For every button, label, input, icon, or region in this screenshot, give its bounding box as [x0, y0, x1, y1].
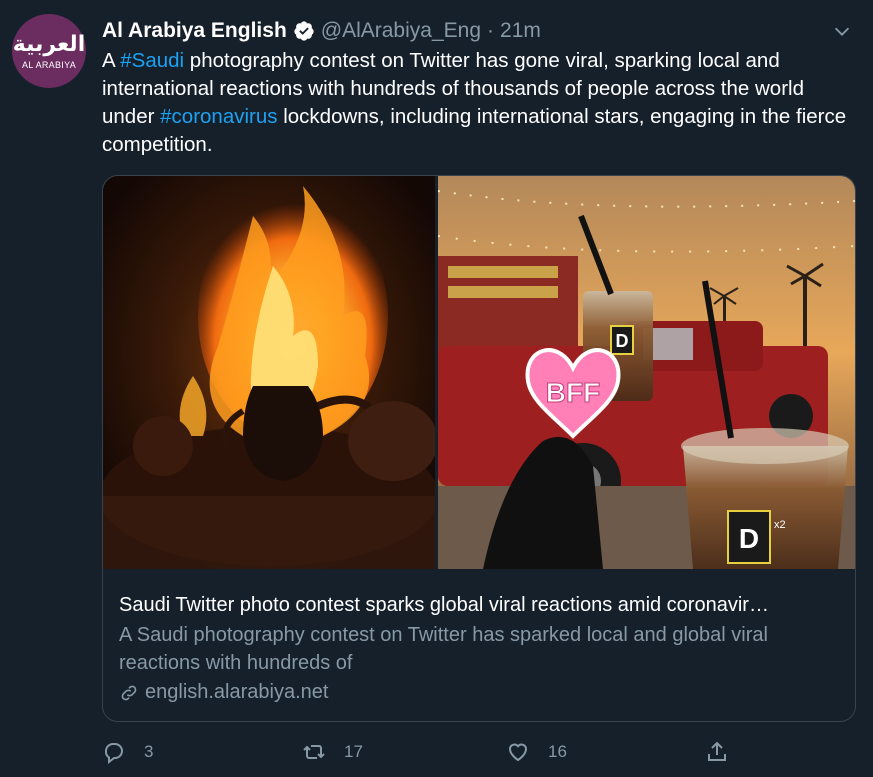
- share-button[interactable]: [705, 735, 729, 769]
- separator: ·: [487, 19, 495, 42]
- reply-icon: [104, 743, 123, 764]
- card-domain[interactable]: english.alarabiya.net: [119, 681, 328, 704]
- retweet-count: 17: [344, 742, 363, 761]
- display-name[interactable]: Al Arabiya English: [102, 19, 287, 43]
- handle[interactable]: @AlArabiya_Eng: [321, 19, 481, 43]
- verified-icon: [294, 21, 314, 41]
- tweet-text: A #Saudi photography contest on Twitter …: [102, 47, 862, 159]
- avatar[interactable]: العربية AL ARABIYA: [12, 14, 86, 88]
- cup-badge: x2: [774, 519, 786, 531]
- like-button[interactable]: 16: [506, 735, 567, 769]
- chevron-down-icon[interactable]: [831, 20, 853, 42]
- like-count: 16: [548, 742, 567, 761]
- card-image[interactable]: D D x2 BFF: [103, 176, 855, 569]
- cup-logo: D: [739, 523, 759, 554]
- reply-button[interactable]: 3: [102, 735, 153, 769]
- avatar-logo-arabic: العربية: [12, 31, 86, 57]
- share-icon: [708, 741, 726, 761]
- timestamp[interactable]: 21m: [500, 19, 541, 43]
- hashtag-link[interactable]: #Saudi: [120, 49, 184, 72]
- card-description: A Saudi photography contest on Twitter h…: [119, 624, 768, 674]
- tweet-text-part: A: [102, 49, 121, 72]
- card-title[interactable]: Saudi Twitter photo contest sparks globa…: [119, 592, 843, 618]
- tweet[interactable]: العربية AL ARABIYA Al Arabiya English @A…: [0, 0, 873, 777]
- bff-sticker: BFF: [546, 377, 600, 408]
- retweet-icon: [303, 745, 325, 759]
- link-icon: [121, 685, 137, 700]
- fire-photo: [103, 176, 439, 569]
- heart-icon: [508, 743, 528, 762]
- coffee-photo: D D x2 BFF: [437, 176, 855, 569]
- hashtag-link[interactable]: #coronavirus: [160, 105, 277, 128]
- tweet-header: Al Arabiya English @AlArabiya_Eng · 21m: [102, 14, 853, 48]
- link-card[interactable]: D D x2 BFF Saudi Twitter photo contest s…: [102, 175, 856, 722]
- cup-logo: D: [616, 331, 629, 351]
- retweet-button[interactable]: 17: [302, 735, 363, 769]
- avatar-logo-english: AL ARABIYA: [21, 59, 77, 70]
- tweet-actions: 3 17 16: [102, 735, 742, 769]
- reply-count: 3: [144, 742, 154, 761]
- card-domain-text[interactable]: english.alarabiya.net: [145, 681, 328, 704]
